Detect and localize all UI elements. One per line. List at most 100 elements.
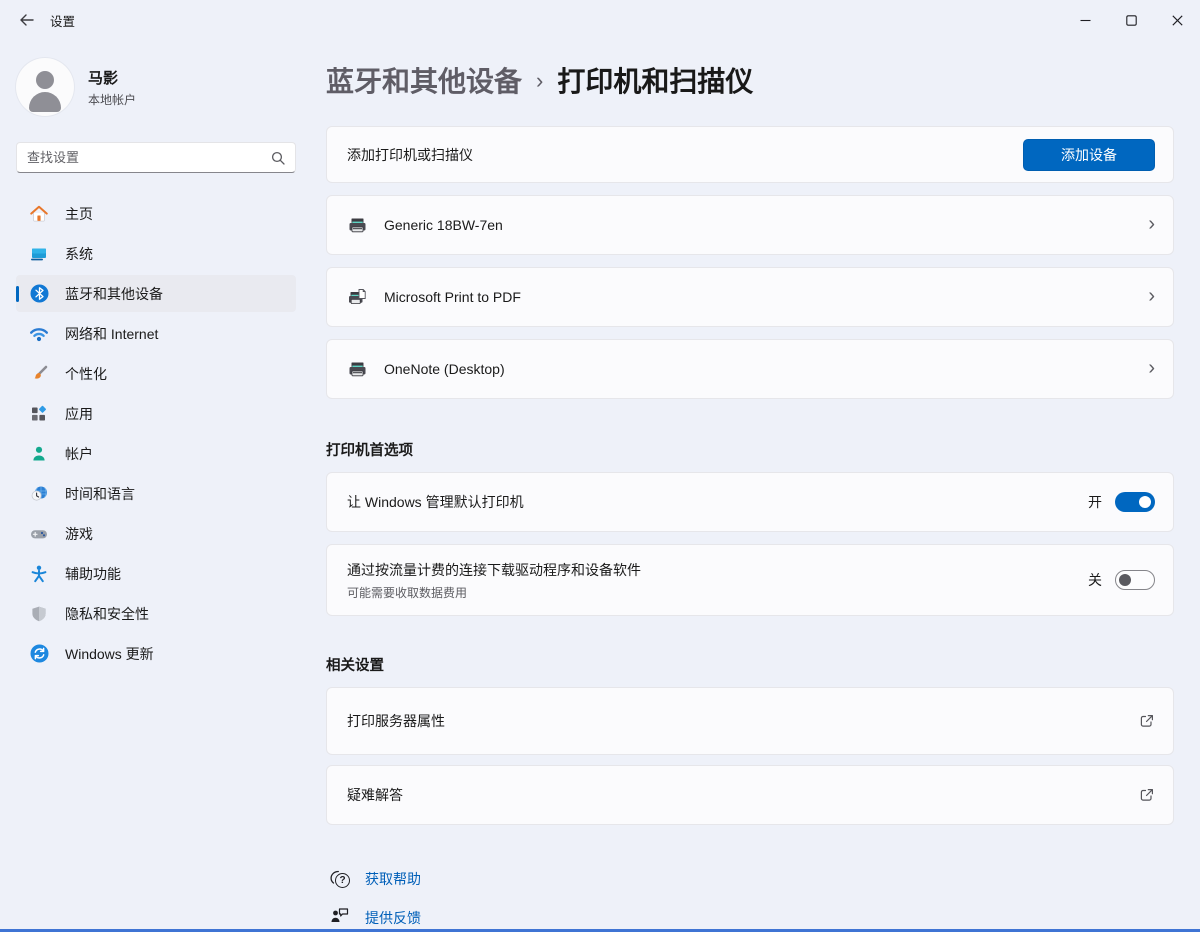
breadcrumb-separator: ›	[536, 66, 543, 94]
accounts-icon	[29, 444, 49, 464]
default-printer-toggle-row: 让 Windows 管理默认打印机 开	[326, 472, 1174, 532]
titlebar: 设置	[0, 0, 1200, 40]
printer-name: OneNote (Desktop)	[384, 361, 505, 377]
user-name: 马影	[88, 67, 136, 88]
sidebar-item-time-language[interactable]: 时间和语言	[16, 475, 296, 512]
chevron-right-icon: ›	[1148, 214, 1155, 237]
avatar	[16, 58, 74, 116]
give-feedback-link[interactable]: 提供反馈	[330, 906, 421, 929]
accessibility-icon	[29, 564, 49, 584]
metered-download-toggle-row: 通过按流量计费的连接下载驱动程序和设备软件 可能需要收取数据费用 关	[326, 544, 1174, 616]
sidebar-item-label: 辅助功能	[65, 564, 121, 584]
minimize-icon	[1080, 15, 1091, 26]
external-link-icon	[1139, 713, 1155, 729]
get-help-label: 获取帮助	[365, 869, 421, 889]
personalization-icon	[29, 364, 49, 384]
main-content: 蓝牙和其他设备 › 打印机和扫描仪 添加打印机或扫描仪 添加设备 Generic…	[326, 40, 1174, 929]
sidebar-item-accessibility[interactable]: 辅助功能	[16, 555, 296, 592]
printer-icon	[347, 359, 368, 380]
sidebar-item-label: 游戏	[65, 524, 93, 544]
printer-name: Microsoft Print to PDF	[384, 289, 521, 305]
window-controls	[1062, 0, 1200, 40]
maximize-button[interactable]	[1108, 0, 1154, 40]
section-printer-preferences: 打印机首选项	[326, 439, 1174, 460]
sidebar-item-privacy-security[interactable]: 隐私和安全性	[16, 595, 296, 632]
sidebar-item-label: 网络和 Internet	[65, 324, 158, 344]
breadcrumb-parent[interactable]: 蓝牙和其他设备	[326, 60, 522, 100]
sidebar-item-network[interactable]: 网络和 Internet	[16, 315, 296, 352]
print-server-properties-link[interactable]: 打印服务器属性	[326, 687, 1174, 755]
sidebar-item-label: 隐私和安全性	[65, 604, 149, 624]
related-link-label: 疑难解答	[347, 785, 403, 805]
get-help-link[interactable]: ? 获取帮助	[330, 869, 421, 889]
maximize-icon	[1126, 15, 1137, 26]
app-title: 设置	[50, 11, 75, 30]
add-printer-label: 添加打印机或扫描仪	[347, 145, 473, 165]
windows-update-icon	[29, 644, 49, 664]
sidebar-item-label: 主页	[65, 204, 93, 224]
external-link-icon	[1139, 787, 1155, 803]
breadcrumb: 蓝牙和其他设备 › 打印机和扫描仪	[326, 60, 1174, 100]
search-input[interactable]	[27, 150, 271, 165]
account-type: 本地帐户	[88, 91, 136, 108]
add-device-button[interactable]: 添加设备	[1023, 139, 1155, 171]
metered-download-toggle[interactable]	[1115, 570, 1155, 590]
toggle-sublabel: 可能需要收取数据费用	[347, 584, 641, 601]
system-icon	[29, 244, 49, 264]
sidebar-item-home[interactable]: 主页	[16, 195, 296, 232]
printer-icon	[347, 215, 368, 236]
toggle-label: 通过按流量计费的连接下载驱动程序和设备软件	[347, 560, 641, 580]
chevron-right-icon: ›	[1148, 358, 1155, 381]
troubleshoot-link[interactable]: 疑难解答	[326, 765, 1174, 825]
toggle-state-label: 关	[1088, 570, 1102, 590]
default-printer-toggle[interactable]	[1115, 492, 1155, 512]
printer-row-print-to-pdf[interactable]: Microsoft Print to PDF ›	[326, 267, 1174, 327]
chevron-right-icon: ›	[1148, 286, 1155, 309]
toggle-state-label: 开	[1088, 492, 1102, 512]
help-area: ? 获取帮助 提供反馈	[326, 869, 1174, 929]
toggle-label: 让 Windows 管理默认打印机	[347, 492, 524, 512]
printer-pdf-icon	[347, 287, 368, 308]
time-language-icon	[29, 484, 49, 504]
printer-name: Generic 18BW-7en	[384, 217, 503, 233]
sidebar-item-label: 应用	[65, 404, 93, 424]
sidebar-item-system[interactable]: 系统	[16, 235, 296, 272]
search-icon	[271, 151, 285, 165]
sidebar-item-apps[interactable]: 应用	[16, 395, 296, 432]
sidebar: 马影 本地帐户 主页	[0, 40, 312, 675]
sidebar-item-label: 帐户	[65, 444, 93, 464]
bluetooth-icon	[29, 284, 49, 304]
get-help-icon: ?	[330, 870, 350, 888]
feedback-icon	[330, 906, 350, 929]
sidebar-item-gaming[interactable]: 游戏	[16, 515, 296, 552]
add-printer-row: 添加打印机或扫描仪 添加设备	[326, 126, 1174, 183]
search-box[interactable]	[16, 142, 296, 173]
sidebar-item-label: 时间和语言	[65, 484, 135, 504]
sidebar-nav: 主页 系统 蓝牙和其他设备	[16, 195, 296, 675]
close-icon	[1172, 15, 1183, 26]
related-link-label: 打印服务器属性	[347, 711, 445, 731]
sidebar-item-accounts[interactable]: 帐户	[16, 435, 296, 472]
network-icon	[29, 324, 49, 344]
privacy-shield-icon	[29, 604, 49, 624]
close-button[interactable]	[1154, 0, 1200, 40]
gaming-icon	[29, 524, 49, 544]
apps-icon	[29, 404, 49, 424]
section-related-settings: 相关设置	[326, 654, 1174, 675]
user-profile[interactable]: 马影 本地帐户	[16, 58, 296, 116]
minimize-button[interactable]	[1062, 0, 1108, 40]
sidebar-item-bluetooth-devices[interactable]: 蓝牙和其他设备	[16, 275, 296, 312]
sidebar-item-windows-update[interactable]: Windows 更新	[16, 635, 296, 672]
printer-row-generic[interactable]: Generic 18BW-7en ›	[326, 195, 1174, 255]
sidebar-item-label: Windows 更新	[65, 644, 154, 664]
home-icon	[29, 204, 49, 224]
printer-row-onenote[interactable]: OneNote (Desktop) ›	[326, 339, 1174, 399]
back-button[interactable]	[10, 5, 42, 35]
sidebar-item-label: 蓝牙和其他设备	[65, 284, 163, 304]
sidebar-item-personalization[interactable]: 个性化	[16, 355, 296, 392]
back-arrow-icon	[19, 14, 34, 26]
page-title: 打印机和扫描仪	[557, 60, 753, 100]
sidebar-item-label: 个性化	[65, 364, 107, 384]
give-feedback-label: 提供反馈	[365, 908, 421, 928]
sidebar-item-label: 系统	[65, 244, 93, 264]
